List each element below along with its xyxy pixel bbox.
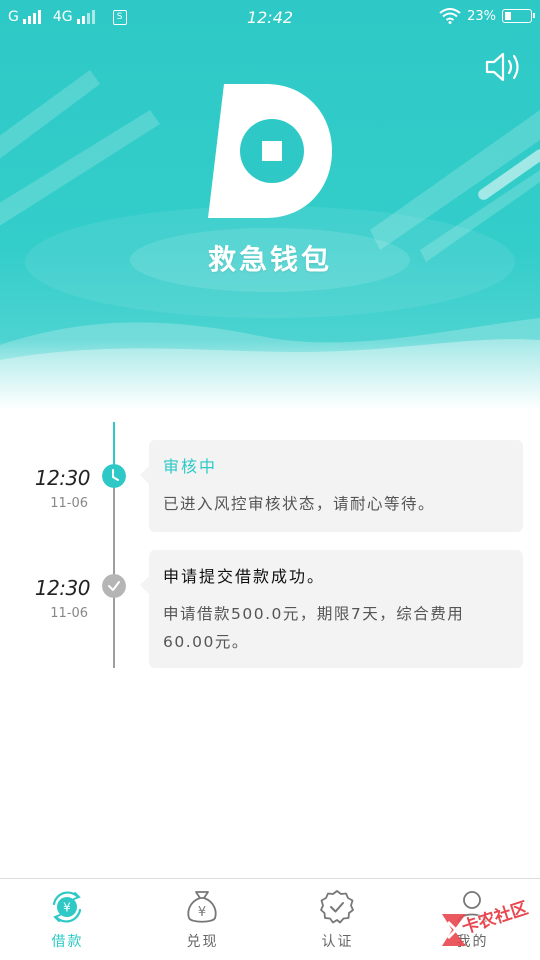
app-logo [208, 84, 332, 218]
card-title: 审核中 [163, 457, 218, 476]
loan-icon: ¥ [52, 891, 82, 923]
card-body: 申请借款500.0元，期限7天，综合费用60.00元。 [163, 605, 465, 651]
battery-percent: 23% [467, 8, 496, 24]
time-hm: 12:30 [34, 576, 91, 600]
tab-label: 兑现 [186, 934, 219, 950]
svg-text:¥: ¥ [198, 905, 206, 920]
tab-loan[interactable]: ¥ 借款 [0, 879, 135, 960]
clock-icon [102, 464, 126, 488]
tab-label: 认证 [321, 934, 354, 950]
status-bar: G 4G S 12:42 23% [0, 0, 540, 36]
badge-check-icon [320, 890, 354, 924]
card-body: 已进入风控审核状态，请耐心等待。 [163, 495, 436, 513]
speaker-icon[interactable] [484, 50, 524, 84]
card-title: 申请提交借款成功。 [163, 567, 326, 586]
tab-label: 借款 [51, 934, 84, 950]
wifi-icon [439, 8, 461, 24]
check-icon [102, 574, 126, 598]
timeline-time: 12:30 11-06 [20, 466, 91, 511]
battery-icon [502, 9, 535, 23]
tab-cashout[interactable]: ¥ 兑现 [135, 879, 270, 960]
header-banner: G 4G S 12:42 23% 救急钱包 [0, 0, 540, 410]
money-bag-icon: ¥ [187, 891, 217, 923]
time-date: 11-06 [50, 606, 88, 621]
status-card: 审核中 已进入风控审核状态，请耐心等待。 [140, 440, 523, 532]
status-bar-right: 23% [439, 8, 535, 24]
app-screen: G 4G S 12:42 23% 救急钱包 12:30 11-06 审核中 已进… [0, 0, 540, 960]
watermark: 卡农社区 [436, 898, 536, 950]
battery-fill [505, 12, 511, 20]
time-hm: 12:30 [34, 466, 91, 490]
status-card: 申请提交借款成功。 申请借款500.0元，期限7天，综合费用60.00元。 [140, 550, 523, 668]
svg-text:¥: ¥ [63, 901, 71, 915]
tab-verify[interactable]: 认证 [270, 879, 405, 960]
time-date: 11-06 [50, 496, 88, 511]
app-title: 救急钱包 [207, 243, 332, 276]
timeline-time: 12:30 11-06 [20, 576, 91, 621]
